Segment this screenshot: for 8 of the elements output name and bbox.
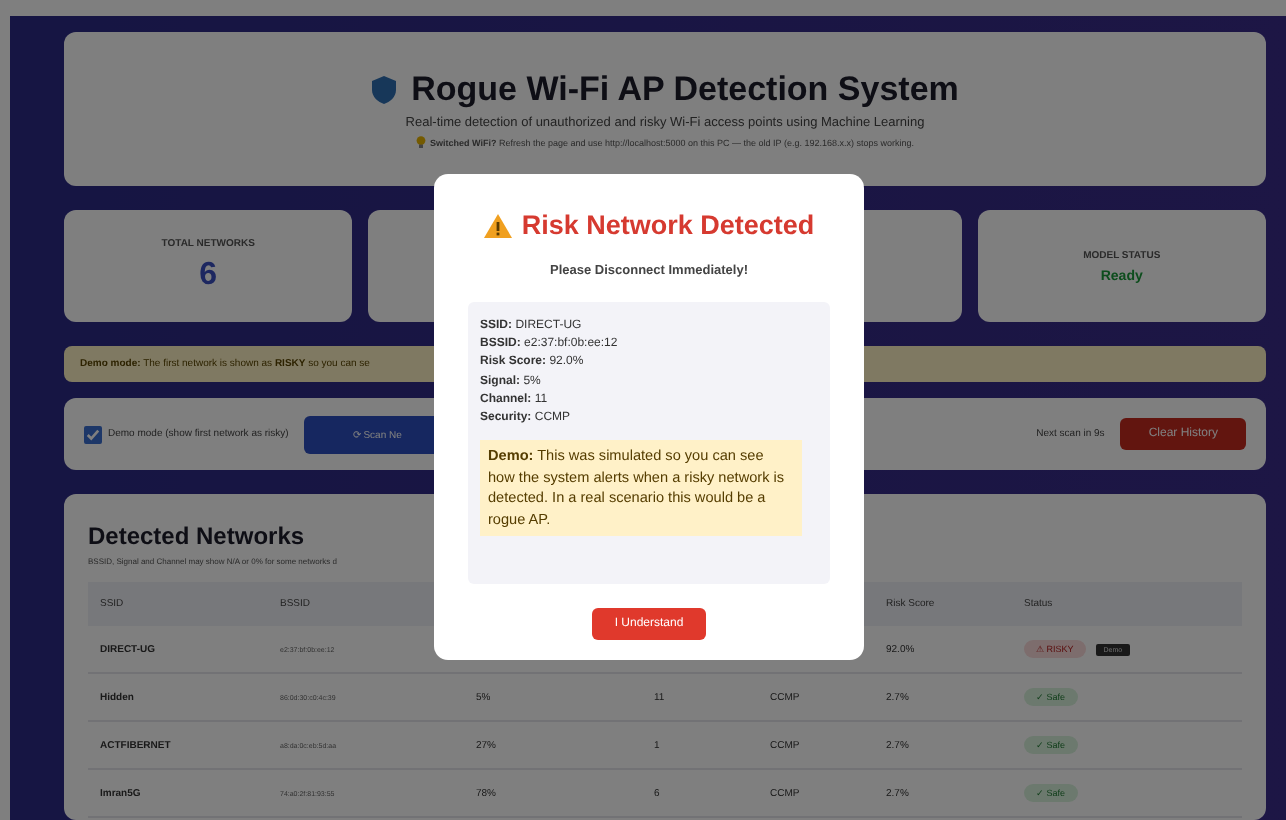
warning-icon bbox=[483, 213, 512, 237]
bulb-icon bbox=[415, 136, 426, 148]
stat-value: 6 bbox=[199, 258, 218, 294]
app-title: Rogue Wi-Fi AP Detection System bbox=[411, 70, 959, 110]
section-title: Detected Networks bbox=[88, 522, 307, 550]
demo-checkbox[interactable] bbox=[84, 425, 102, 443]
dialog-title: Risk Network Detected bbox=[521, 210, 815, 240]
shield-icon bbox=[371, 76, 396, 104]
